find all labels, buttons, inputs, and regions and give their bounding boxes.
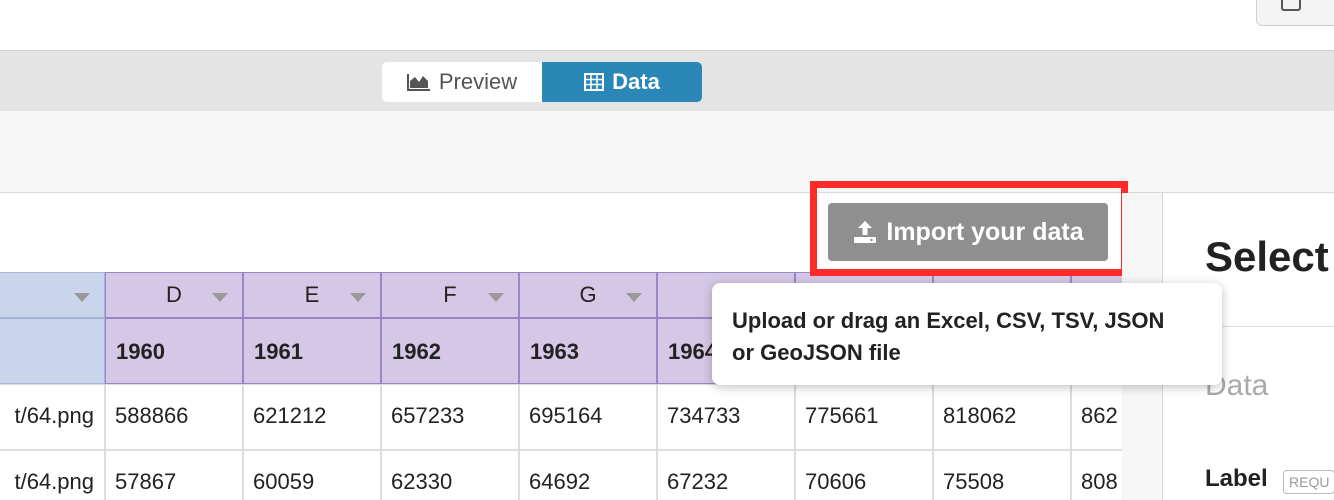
header-cell[interactable]: 1960: [105, 318, 243, 384]
tooltip-line-1: Upload or drag an Excel, CSV, TSV, JSON: [732, 308, 1165, 333]
window-action-button[interactable]: [1256, 0, 1334, 26]
table-cell[interactable]: 775661: [795, 384, 933, 450]
table-cell[interactable]: t/64.png: [0, 450, 105, 500]
chevron-down-icon[interactable]: [212, 293, 228, 302]
panel-title: Select: [1205, 233, 1329, 280]
preview-tab-label: Preview: [438, 69, 518, 94]
upload-icon: [854, 221, 877, 243]
data-tab-label: Data: [612, 69, 660, 94]
data-tab[interactable]: Data: [542, 62, 702, 102]
table-cell[interactable]: 67232: [657, 450, 795, 500]
chevron-down-icon[interactable]: [626, 293, 642, 302]
header-cell[interactable]: [0, 318, 105, 384]
column-header-e[interactable]: E: [243, 272, 381, 318]
sub-toolbar: [0, 111, 1334, 193]
table-cell[interactable]: 621212: [243, 384, 381, 450]
import-data-button[interactable]: Import your data: [828, 203, 1108, 261]
import-data-label: Import your data: [886, 217, 1084, 246]
top-bar: [0, 0, 1334, 51]
header-cell[interactable]: 1963: [519, 318, 657, 384]
table-cell[interactable]: t/64.png: [0, 384, 105, 450]
table-cell[interactable]: 657233: [381, 384, 519, 450]
table-cell[interactable]: 60059: [243, 450, 381, 500]
table-cell[interactable]: 862: [1071, 384, 1122, 450]
chevron-down-icon[interactable]: [74, 293, 90, 302]
area-chart-icon: [406, 74, 430, 91]
required-badge: REQU: [1283, 470, 1334, 494]
column-header-f[interactable]: F: [381, 272, 519, 318]
table-cell[interactable]: 588866: [105, 384, 243, 450]
table-cell[interactable]: 695164: [519, 384, 657, 450]
divider: [1205, 326, 1334, 327]
table-cell[interactable]: 57867: [105, 450, 243, 500]
column-header-d[interactable]: D: [105, 272, 243, 318]
table-icon: [584, 73, 605, 91]
tray-icon: [1281, 0, 1301, 11]
table-cell[interactable]: 64692: [519, 450, 657, 500]
header-cell[interactable]: 1962: [381, 318, 519, 384]
table-cell[interactable]: 62330: [381, 450, 519, 500]
preview-tab[interactable]: Preview: [382, 62, 542, 102]
table-cell[interactable]: 818062: [933, 384, 1071, 450]
header-cell[interactable]: 1961: [243, 318, 381, 384]
table-cell[interactable]: 75508: [933, 450, 1071, 500]
import-tooltip: Upload or drag an Excel, CSV, TSV, JSON …: [712, 283, 1222, 385]
chevron-down-icon[interactable]: [488, 293, 504, 302]
chevron-down-icon[interactable]: [350, 293, 366, 302]
table-cell[interactable]: 734733: [657, 384, 795, 450]
column-header-c[interactable]: [0, 272, 105, 318]
tooltip-line-2: or GeoJSON file: [732, 340, 901, 365]
column-header-g[interactable]: G: [519, 272, 657, 318]
table-cell[interactable]: 808: [1071, 450, 1122, 500]
table-cell[interactable]: 70606: [795, 450, 933, 500]
label-heading: Label: [1205, 465, 1268, 492]
